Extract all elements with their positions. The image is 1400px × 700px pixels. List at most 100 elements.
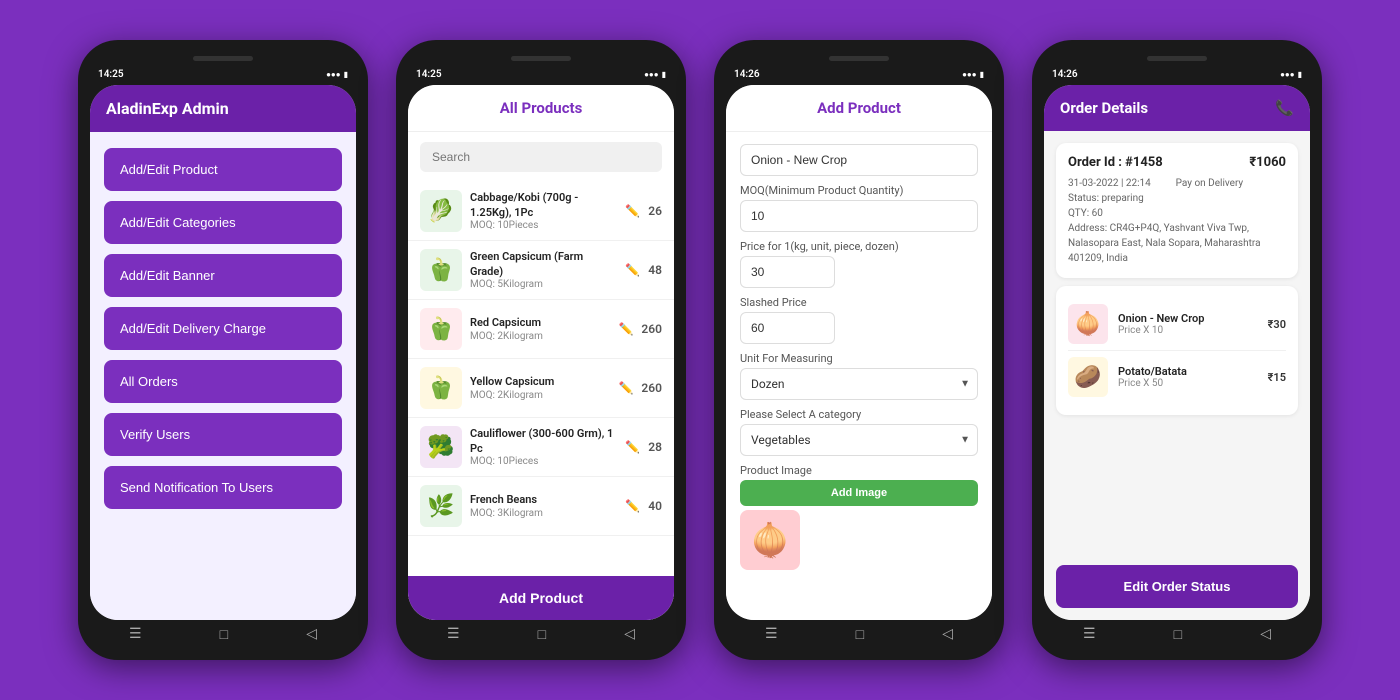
edit-product-icon[interactable]: ✏️ — [625, 204, 640, 218]
unit-select[interactable]: Dozen — [740, 368, 978, 400]
order-summary-card: Order Id : #1458 ₹1060 31-03-2022 | 22:1… — [1056, 143, 1298, 278]
nav-home-icon-2[interactable]: □ — [538, 626, 546, 643]
price-input[interactable] — [740, 256, 835, 288]
edit-product-icon[interactable]: ✏️ — [625, 263, 640, 277]
slashed-price-input[interactable] — [740, 312, 835, 344]
product-moq: MOQ: 2Kilogram — [470, 390, 610, 401]
order-card-header: Order Id : #1458 ₹1060 — [1068, 155, 1286, 170]
order-item-qty: Price X 50 — [1118, 378, 1258, 389]
battery-icon: ▮ — [344, 70, 348, 79]
product-info: Cabbage/Kobi (700g - 1.25Kg), 1Pc MOQ: 1… — [470, 191, 617, 231]
product-name-group — [740, 144, 978, 176]
search-input[interactable] — [420, 142, 662, 172]
bottom-nav-1: ☰ □ ◁ — [90, 620, 356, 648]
bottom-nav-4: ☰ □ ◁ — [1044, 620, 1310, 648]
status-icons-4: ●●● ▮ — [1280, 70, 1302, 79]
order-items-list: 🧅 Onion - New Crop Price X 10 ₹30 🥔 Pota… — [1056, 286, 1298, 415]
order-address: Address: CR4G+P4Q, Yashvant Viva Twp, Na… — [1068, 221, 1286, 266]
menu-send-notification[interactable]: Send Notification To Users — [104, 466, 342, 509]
add-product-body: MOQ(Minimum Product Quantity) Price for … — [726, 132, 992, 620]
nav-menu-icon-4[interactable]: ☰ — [1083, 626, 1096, 642]
product-count: 28 — [648, 440, 662, 454]
order-total-price: ₹1060 — [1249, 155, 1286, 170]
products-header: All Products — [408, 85, 674, 132]
menu-add-edit-banner[interactable]: Add/Edit Banner — [104, 254, 342, 297]
nav-menu-icon[interactable]: ☰ — [129, 626, 142, 642]
nav-back-icon-2[interactable]: ◁ — [624, 626, 635, 642]
products-title: All Products — [500, 99, 583, 117]
phone-2: 14:25 ●●● ▮ All Products 🥬 Cabbage/Kobi … — [396, 40, 686, 660]
menu-add-edit-delivery[interactable]: Add/Edit Delivery Charge — [104, 307, 342, 350]
edit-product-icon[interactable]: ✏️ — [618, 322, 633, 336]
edit-product-icon[interactable]: ✏️ — [625, 440, 640, 454]
product-info: Yellow Capsicum MOQ: 2Kilogram — [470, 375, 610, 400]
time-4: 14:26 — [1052, 69, 1078, 80]
bottom-nav-2: ☰ □ ◁ — [408, 620, 674, 648]
nav-back-icon-4[interactable]: ◁ — [1260, 626, 1271, 642]
product-thumb: 🌿 — [420, 485, 462, 527]
edit-order-status-button[interactable]: Edit Order Status — [1056, 565, 1298, 608]
product-info: French Beans MOQ: 3Kilogram — [470, 493, 617, 518]
menu-all-orders[interactable]: All Orders — [104, 360, 342, 403]
product-list-item: 🫑 Yellow Capsicum MOQ: 2Kilogram ✏️ 260 — [408, 359, 674, 418]
signal-icon-2: ●●● — [644, 70, 659, 79]
product-emoji: 🧅 — [750, 521, 790, 559]
status-icons-3: ●●● ▮ — [962, 70, 984, 79]
nav-menu-icon-3[interactable]: ☰ — [765, 626, 778, 642]
nav-home-icon[interactable]: □ — [220, 626, 228, 643]
status-bar-3: 14:26 ●●● ▮ — [726, 63, 992, 85]
product-thumb: 🫑 — [420, 367, 462, 409]
add-image-button[interactable]: Add Image — [740, 480, 978, 506]
order-meta: 31-03-2022 | 22:14 Pay on Delivery Statu… — [1068, 176, 1286, 266]
order-status: Status: preparing — [1068, 191, 1286, 206]
menu-add-edit-product[interactable]: Add/Edit Product — [104, 148, 342, 191]
edit-product-icon[interactable]: ✏️ — [618, 381, 633, 395]
product-count: 260 — [641, 381, 662, 395]
product-count: 26 — [648, 204, 662, 218]
order-qty: QTY: 60 — [1068, 206, 1286, 221]
category-select[interactable]: Vegetables — [740, 424, 978, 456]
product-name: French Beans — [470, 493, 617, 507]
order-item-name: Onion - New Crop — [1118, 312, 1258, 325]
order-item-info: Onion - New Crop Price X 10 — [1118, 312, 1258, 336]
product-list-item: 🫑 Green Capsicum (Farm Grade) MOQ: 5Kilo… — [408, 241, 674, 300]
edit-product-icon[interactable]: ✏️ — [625, 499, 640, 513]
order-items-card: 🧅 Onion - New Crop Price X 10 ₹30 🥔 Pota… — [1056, 286, 1298, 415]
phone-icon[interactable]: 📞 — [1275, 99, 1294, 117]
nav-back-icon-3[interactable]: ◁ — [942, 626, 953, 642]
time-1: 14:25 — [98, 69, 124, 80]
screen-1: AladinExp Admin Add/Edit Product Add/Edi… — [90, 85, 356, 620]
phone-4: 14:26 ●●● ▮ Order Details 📞 Order Id : #… — [1032, 40, 1322, 660]
battery-icon-2: ▮ — [662, 70, 666, 79]
phone-3: 14:26 ●●● ▮ Add Product MOQ(Minimum Prod… — [714, 40, 1004, 660]
product-moq: MOQ: 10Pieces — [470, 456, 617, 467]
menu-add-edit-categories[interactable]: Add/Edit Categories — [104, 201, 342, 244]
nav-menu-icon-2[interactable]: ☰ — [447, 626, 460, 642]
nav-back-icon[interactable]: ◁ — [306, 626, 317, 642]
order-item: 🥔 Potato/Batata Price X 50 ₹15 — [1068, 351, 1286, 403]
nav-home-icon-3[interactable]: □ — [856, 626, 864, 643]
unit-select-wrapper: Dozen ▼ — [740, 368, 978, 400]
unit-label: Unit For Measuring — [740, 352, 978, 365]
product-image-preview: 🧅 — [740, 510, 800, 570]
add-product-button[interactable]: Add Product — [408, 576, 674, 620]
category-group: Please Select A category Vegetables ▼ — [740, 408, 978, 456]
status-icons-2: ●●● ▮ — [644, 70, 666, 79]
product-image-group: Product Image Add Image 🧅 — [740, 464, 978, 570]
signal-icon-4: ●●● — [1280, 70, 1295, 79]
admin-title: AladinExp Admin — [106, 99, 229, 118]
order-item-thumb: 🧅 — [1068, 304, 1108, 344]
nav-home-icon-4[interactable]: □ — [1174, 626, 1182, 643]
product-name: Cabbage/Kobi (700g - 1.25Kg), 1Pc — [470, 191, 617, 220]
moq-input[interactable] — [740, 200, 978, 232]
menu-verify-users[interactable]: Verify Users — [104, 413, 342, 456]
status-icons-1: ●●● ▮ — [326, 70, 348, 79]
bottom-nav-3: ☰ □ ◁ — [726, 620, 992, 648]
status-bar-4: 14:26 ●●● ▮ — [1044, 63, 1310, 85]
product-list: 🥬 Cabbage/Kobi (700g - 1.25Kg), 1Pc MOQ:… — [408, 182, 674, 576]
order-id: Order Id : #1458 — [1068, 155, 1163, 170]
time-2: 14:25 — [416, 69, 442, 80]
admin-header: AladinExp Admin — [90, 85, 356, 132]
signal-icon-3: ●●● — [962, 70, 977, 79]
product-name-input[interactable] — [740, 144, 978, 176]
